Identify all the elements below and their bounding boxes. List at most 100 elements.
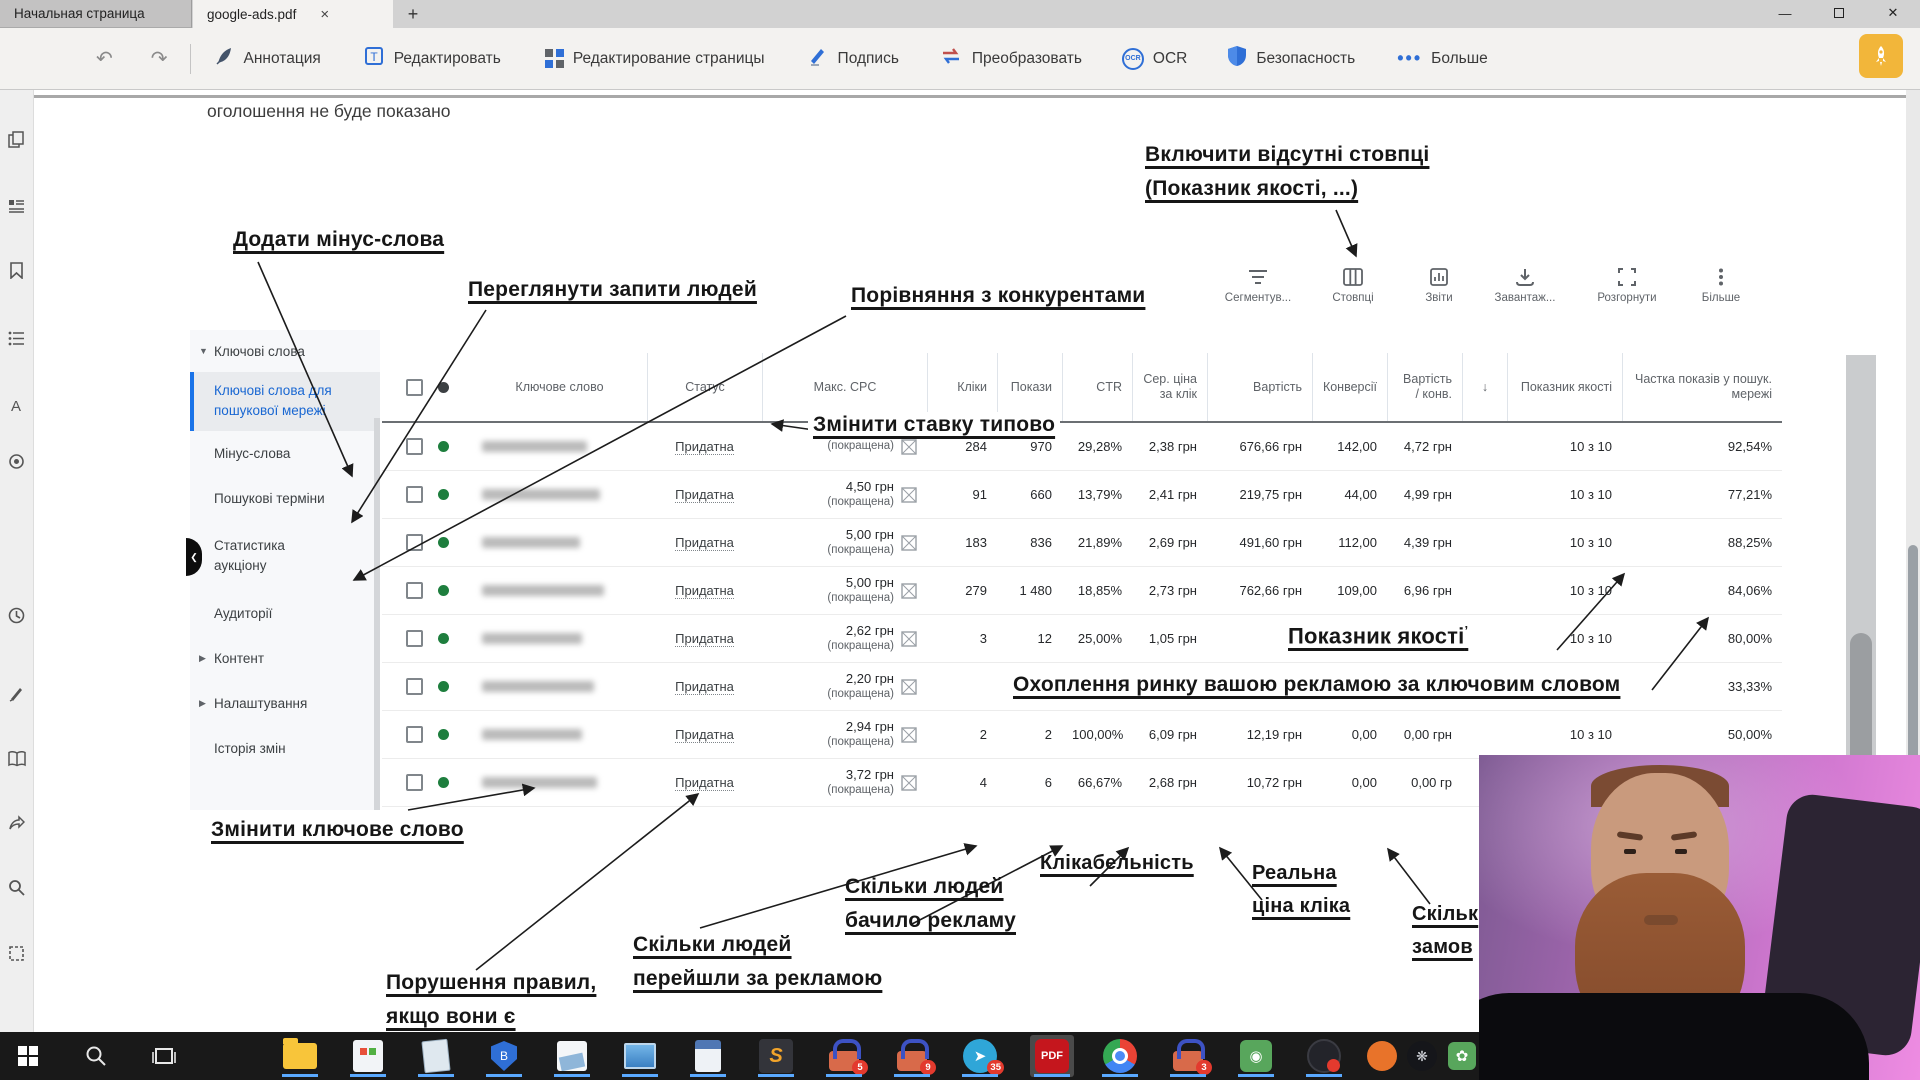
- col-cost[interactable]: Вартість: [1207, 353, 1312, 421]
- taskbar-icon-store[interactable]: [346, 1035, 390, 1077]
- sidebar-item-auction-insights[interactable]: Статистика аукціону: [190, 521, 320, 592]
- sort-arrow-icon[interactable]: ↓: [1462, 353, 1507, 421]
- row-checkbox[interactable]: [382, 678, 432, 695]
- col-impressions[interactable]: Покази: [997, 353, 1062, 421]
- outline-panel-icon[interactable]: [0, 321, 34, 355]
- bookmarks-panel-icon[interactable]: [0, 253, 34, 287]
- page-edit-button[interactable]: Редактирование страницы: [544, 49, 765, 68]
- columns-button[interactable]: Стовпці: [1306, 268, 1400, 304]
- annotation-change-keyword: Змінити ключове слово: [211, 818, 464, 841]
- table-row[interactable]: Придатна (покращена) 284 970 29,28% 2,38…: [382, 423, 1782, 471]
- text-panel-icon[interactable]: A: [0, 388, 34, 422]
- close-button[interactable]: ✕: [1866, 0, 1920, 26]
- col-conversions[interactable]: Конверсії: [1312, 353, 1387, 421]
- convert-button[interactable]: Преобразовать: [939, 45, 1082, 72]
- download-button[interactable]: Завантаж...: [1478, 268, 1572, 304]
- taskbar-icon-notepad[interactable]: [414, 1035, 458, 1077]
- search-panel-icon[interactable]: [0, 870, 34, 904]
- taskbar-icon-sharex[interactable]: S: [754, 1035, 798, 1077]
- row-checkbox[interactable]: [382, 582, 432, 599]
- thumbnails-panel-icon[interactable]: [0, 189, 34, 223]
- row-checkbox[interactable]: [382, 438, 432, 455]
- sidebar-item-content[interactable]: ▶ Контент: [190, 636, 380, 681]
- reports-button[interactable]: Звіти: [1400, 268, 1478, 304]
- row-checkbox[interactable]: [382, 534, 432, 551]
- table-more-button[interactable]: Більше: [1682, 268, 1760, 304]
- upgrade-rocket-button[interactable]: [1859, 34, 1903, 78]
- row-checkbox[interactable]: [382, 630, 432, 647]
- ocr-button[interactable]: OCR OCR: [1121, 47, 1187, 70]
- taskbar-icon-lock-app-3[interactable]: 3: [1166, 1035, 1212, 1077]
- maximize-button[interactable]: [1812, 0, 1866, 26]
- pen-panel-icon[interactable]: [0, 676, 34, 710]
- stamp-panel-icon[interactable]: [0, 444, 34, 478]
- table-row[interactable]: Придатна 5,00 грн (покращена) 183 836 21,…: [382, 519, 1782, 567]
- table-row[interactable]: Придатна 2,62 грн (покращена) 3 12 25,00%…: [382, 615, 1782, 663]
- taskbar-icon-dark-app[interactable]: [1302, 1035, 1346, 1077]
- undo-icon[interactable]: ↶: [96, 46, 113, 71]
- taskbar-icon-telegram[interactable]: ➤ 35: [958, 1035, 1004, 1077]
- col-clicks[interactable]: Кліки: [927, 353, 997, 421]
- taskbar-icon-obs[interactable]: ❋: [1400, 1035, 1444, 1077]
- header-checkbox[interactable]: [382, 378, 432, 396]
- new-tab-button[interactable]: +: [400, 2, 426, 26]
- share-panel-icon[interactable]: [0, 806, 34, 840]
- taskbar-icon-pdf-editor-active[interactable]: PDF: [1030, 1035, 1074, 1077]
- minimize-button[interactable]: —: [1758, 0, 1812, 26]
- segment-button[interactable]: Сегментув...: [1210, 268, 1306, 304]
- col-quality-score[interactable]: Показник якості: [1507, 353, 1622, 421]
- book-panel-icon[interactable]: [0, 742, 34, 776]
- taskbar-icon-calculator[interactable]: [686, 1035, 730, 1077]
- table-row[interactable]: Придатна 4,50 грн (покращена) 91 660 13,7…: [382, 471, 1782, 519]
- sidebar-item-change-history[interactable]: Історія змін: [190, 726, 380, 771]
- expand-button[interactable]: Розгорнути: [1572, 268, 1682, 304]
- sign-button[interactable]: Подпись: [807, 45, 899, 72]
- col-ctr[interactable]: CTR: [1062, 353, 1132, 421]
- impressions-cell: 1 480: [1019, 583, 1052, 598]
- table-row[interactable]: Придатна 2,94 грн (покращена) 2 2 100,00%…: [382, 711, 1782, 759]
- annotation-button[interactable]: Аннотация: [213, 45, 321, 72]
- tab-document[interactable]: google-ads.pdf ×: [193, 0, 393, 28]
- taskbar-icon-camera-app[interactable]: ◉: [1234, 1035, 1278, 1077]
- taskbar-icon-lock-app-2[interactable]: 9: [890, 1035, 936, 1077]
- avg-cpc-cell: 2,41 грн: [1148, 487, 1197, 502]
- avg-cpc-cell: 6,09 грн: [1148, 727, 1197, 742]
- col-status[interactable]: Статус: [647, 353, 762, 421]
- row-checkbox[interactable]: [382, 774, 432, 791]
- col-cost-per-conv[interactable]: Вартість / конв.: [1387, 353, 1462, 421]
- edit-button[interactable]: T Редактировать: [363, 45, 501, 72]
- sidebar-item-search-keywords[interactable]: Ключові слова для пошукової мережі: [190, 372, 380, 431]
- taskbar-icon-lock-app-1[interactable]: 5: [822, 1035, 868, 1077]
- pages-panel-icon[interactable]: [0, 122, 34, 156]
- sidebar-item-search-terms[interactable]: Пошукові терміни: [190, 476, 380, 521]
- taskbar-icon-chrome[interactable]: [1098, 1035, 1142, 1077]
- col-max-cpc[interactable]: Макс. CPC: [762, 353, 927, 421]
- sidebar-item-keywords-root[interactable]: ▼ Ключові слова: [190, 330, 380, 359]
- sidebar-item-settings[interactable]: ▶ Налаштування: [190, 681, 380, 726]
- table-row[interactable]: Придатна 5,00 грн (покращена) 279 1 480 1…: [382, 567, 1782, 615]
- more-button[interactable]: ••• Больше: [1397, 48, 1488, 69]
- redo-icon[interactable]: ↷: [151, 46, 168, 71]
- row-checkbox[interactable]: [382, 486, 432, 503]
- start-button[interactable]: [6, 1035, 50, 1077]
- taskbar-icon-paint[interactable]: [550, 1035, 594, 1077]
- security-button[interactable]: Безопасность: [1227, 45, 1355, 72]
- sidebar-item-negative-keywords[interactable]: Мінус-слова: [190, 431, 380, 476]
- history-panel-icon[interactable]: [0, 598, 34, 632]
- snapshot-panel-icon[interactable]: [0, 936, 34, 970]
- taskbar-icon-green-app[interactable]: ✿: [1440, 1035, 1484, 1077]
- row-checkbox[interactable]: [382, 726, 432, 743]
- taskbar-icon-photos[interactable]: [618, 1035, 662, 1077]
- tab-home[interactable]: Начальная страница: [0, 0, 192, 28]
- taskbar-search-button[interactable]: [74, 1035, 118, 1077]
- col-keyword[interactable]: Ключове слово: [472, 380, 647, 395]
- taskbar-icon-shield-app[interactable]: B: [482, 1035, 526, 1077]
- taskbar-icon-orange-app[interactable]: [1360, 1035, 1404, 1077]
- col-search-impr-share[interactable]: Частка показів у пошук. мережі: [1622, 353, 1782, 421]
- tab-close-icon[interactable]: ×: [320, 6, 329, 23]
- sidebar-scrollbar[interactable]: [374, 418, 380, 810]
- task-view-button[interactable]: [142, 1035, 186, 1077]
- col-avg-cpc[interactable]: Сер. ціна за клік: [1132, 353, 1207, 421]
- taskbar-icon-file-explorer[interactable]: [278, 1035, 322, 1077]
- sidebar-item-audiences[interactable]: Аудиторії: [190, 591, 380, 636]
